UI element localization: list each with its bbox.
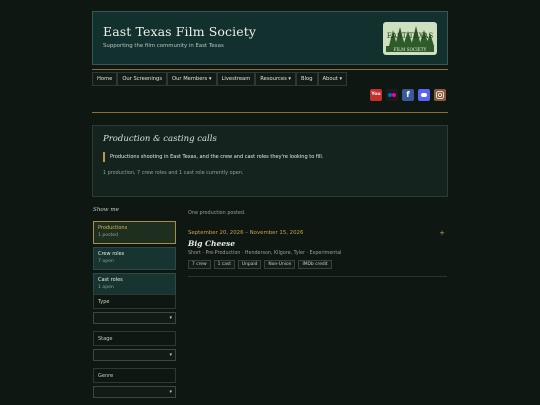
chevron-down-icon: ▾	[169, 389, 172, 395]
logo-text-1: EAST TEXAS	[387, 32, 433, 40]
social-links: You f	[370, 89, 446, 101]
production-title[interactable]: Big Cheese	[188, 239, 235, 248]
stage-filter-label: Stage	[93, 331, 176, 346]
society-logo[interactable]: EAST TEXAS FILM SOCIETY	[383, 22, 437, 55]
expand-icon[interactable]: +	[439, 229, 445, 237]
production-dates: September 20, 2026 – November 15, 2026	[188, 230, 304, 236]
page: East Texas Film Society Supporting the f…	[92, 11, 448, 398]
filter-count: 1 open	[98, 285, 114, 290]
sidebar-heading: Show me	[93, 207, 119, 213]
nav-about[interactable]: About ▾	[317, 72, 348, 86]
genre-select[interactable]: ▾	[93, 386, 176, 398]
filter-label: Cast roles	[98, 277, 123, 283]
filter-count: 1 posted	[98, 233, 119, 238]
production-tags: 7 crew 1 cast Unpaid Non-Union IMDb cred…	[188, 260, 332, 269]
divider	[92, 112, 448, 113]
site-title[interactable]: East Texas Film Society	[103, 24, 256, 39]
filter-productions[interactable]: Productions 1 posted	[93, 221, 176, 244]
page-title: Production & casting calls	[103, 134, 217, 144]
youtube-icon[interactable]: You	[370, 89, 382, 101]
production-meta: Short · Pre-Production · Henderson, Kilg…	[188, 251, 342, 256]
tag-union: Non-Union	[264, 260, 296, 269]
type-select[interactable]: ▾	[93, 312, 176, 324]
nav-home[interactable]: Home	[92, 72, 118, 86]
discord-icon[interactable]	[418, 89, 430, 101]
intro-summary: 1 production, 7 crew roles and 1 cast ro…	[103, 170, 244, 176]
production-entry: September 20, 2026 – November 15, 2026 +…	[188, 227, 447, 277]
flickr-icon[interactable]	[386, 89, 398, 101]
instagram-icon[interactable]	[434, 89, 446, 101]
stage-select[interactable]: ▾	[93, 349, 176, 361]
facebook-icon[interactable]: f	[402, 89, 414, 101]
intro-note: Productions shooting in East Texas, and …	[103, 152, 323, 162]
nav-resources[interactable]: Resources ▾	[255, 72, 297, 86]
filter-label: Productions	[98, 225, 128, 231]
chevron-down-icon: ▾	[169, 315, 172, 321]
genre-filter-label: Genre	[93, 368, 176, 383]
site-header: East Texas Film Society Supporting the f…	[92, 11, 448, 65]
site-tagline: Supporting the film community in East Te…	[103, 43, 224, 49]
nav-livestream[interactable]: Livestream	[216, 72, 256, 86]
logo-text-2: FILM SOCIETY	[394, 47, 427, 52]
main-nav: Home Our Screenings Our Members ▾ Livest…	[92, 69, 448, 87]
results-status: One production posted.	[188, 210, 246, 216]
tag-pay: Unpaid	[237, 260, 262, 269]
filter-label: Crew roles	[98, 251, 125, 257]
tag-crew: 7 crew	[188, 260, 211, 269]
nav-our-screenings[interactable]: Our Screenings	[117, 72, 168, 86]
chevron-down-icon: ▾	[169, 352, 172, 358]
filter-cast-roles[interactable]: Cast roles 1 open	[93, 273, 176, 296]
filter-crew-roles[interactable]: Crew roles 7 open	[93, 247, 176, 270]
tag-cast: 1 cast	[213, 260, 235, 269]
intro-panel: Production & casting calls Productions s…	[92, 125, 448, 197]
nav-our-members[interactable]: Our Members ▾	[167, 72, 217, 86]
tag-credit: IMDb credit	[298, 260, 332, 269]
nav-blog[interactable]: Blog	[296, 72, 318, 86]
type-filter-label: Type	[93, 294, 176, 309]
filter-count: 7 open	[98, 259, 114, 264]
